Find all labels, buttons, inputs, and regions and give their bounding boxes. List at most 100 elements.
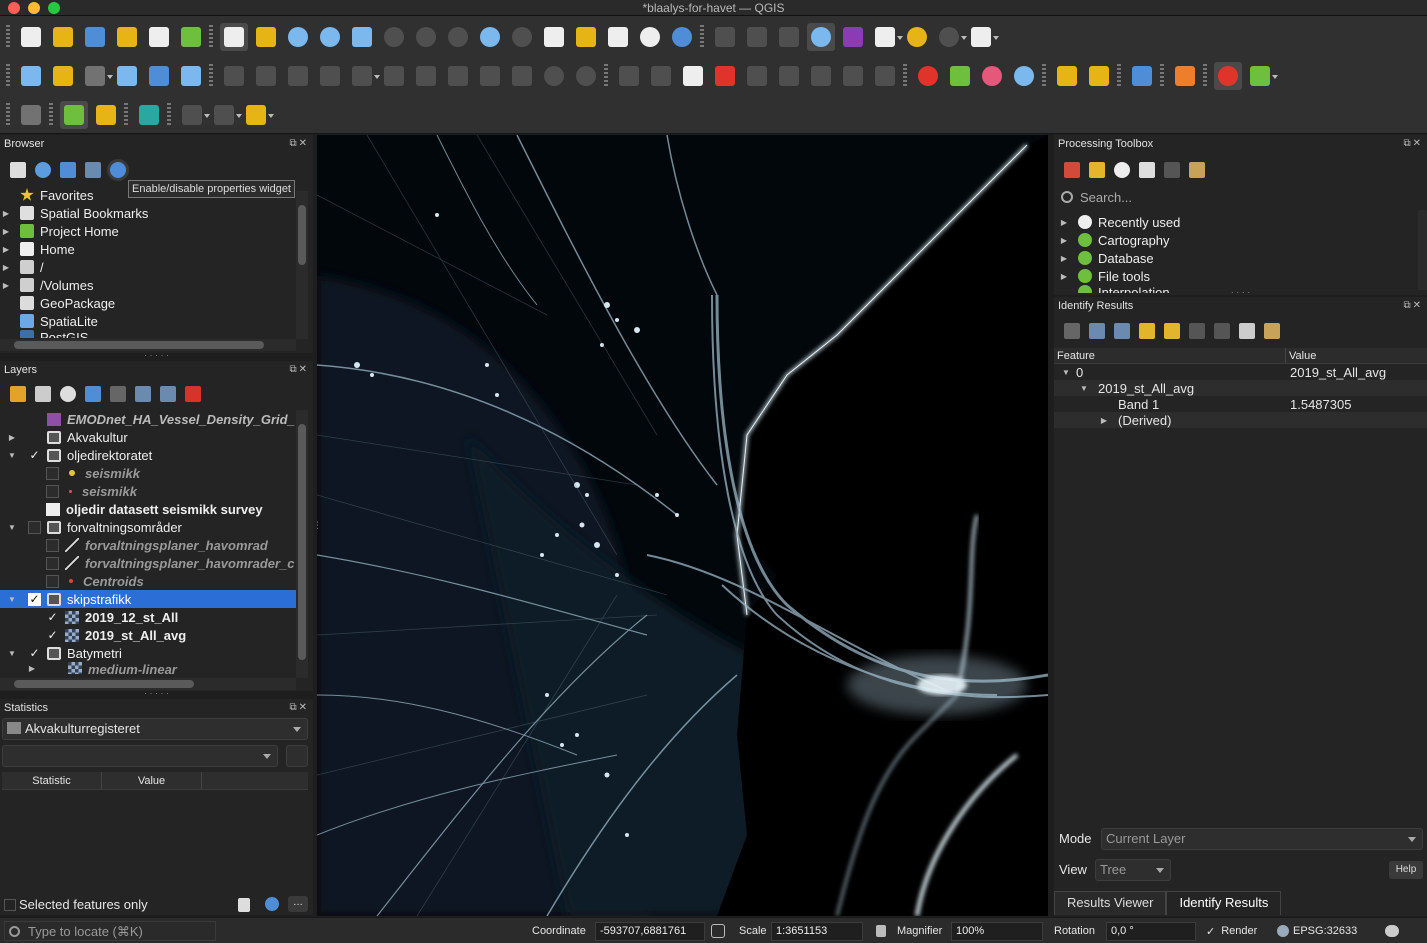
plugin-2-button[interactable]	[1085, 62, 1113, 90]
layer-checkbox[interactable]	[46, 484, 59, 498]
eye-icon[interactable]	[60, 386, 76, 402]
refresh-button[interactable]	[668, 23, 696, 51]
save-project-button[interactable]	[81, 23, 109, 51]
layer-checkbox[interactable]: ✓	[28, 592, 41, 606]
panel-float-close-icon[interactable]: ⧉✕	[1403, 138, 1423, 149]
vertex-tool-button[interactable]	[348, 62, 380, 90]
layer-group-item-selected[interactable]: ▼ ✓ skipstrafikk	[0, 590, 296, 608]
toolbar-grip[interactable]	[49, 103, 53, 127]
layer-checkbox[interactable]: ✓	[46, 610, 59, 624]
layer-item[interactable]: EMODnet_HA_Vessel_Density_Grid_	[0, 410, 296, 428]
lock-scale-icon[interactable]	[876, 918, 886, 943]
panel-splitter[interactable]: · · · ·	[1054, 288, 1427, 297]
tree-item-postgis[interactable]: PostGIS	[0, 330, 296, 338]
layer-labeling-button[interactable]	[679, 62, 707, 90]
expand-all-icon[interactable]	[135, 386, 151, 402]
field-calculator-button[interactable]	[775, 23, 803, 51]
panel-float-close-icon[interactable]: ⧉✕	[1403, 300, 1423, 311]
identify-row[interactable]: Band 1 1.5487305	[1054, 396, 1427, 412]
tree-item-spatialite[interactable]: SpatiaLite	[0, 312, 296, 330]
tab-results-viewer[interactable]: Results Viewer	[1054, 891, 1167, 915]
toolbar-grip[interactable]	[903, 64, 907, 88]
zoom-last-button[interactable]	[476, 23, 504, 51]
toggle-extents-icon[interactable]	[711, 918, 725, 943]
layer-group-item[interactable]: ▼ ✓ oljedirektoratet	[0, 446, 296, 464]
help-button[interactable]: Help	[1389, 861, 1423, 879]
filter-legend-icon[interactable]	[85, 386, 101, 402]
identify-row[interactable]: ▶ (Derived)	[1054, 412, 1427, 428]
label-highlight-button[interactable]	[711, 62, 739, 90]
models-icon[interactable]	[1064, 162, 1080, 178]
expand-icon[interactable]	[1064, 323, 1080, 339]
new-bookmark-button[interactable]	[572, 23, 600, 51]
current-edits-button[interactable]	[220, 62, 248, 90]
locator-input[interactable]: Type to locate (⌘K)	[4, 921, 216, 941]
label-toolbar-2-button[interactable]	[647, 62, 675, 90]
plugin-button[interactable]	[1010, 62, 1038, 90]
selected-only-checkbox[interactable]: Selected features only	[4, 897, 148, 912]
georeferencer-button[interactable]	[946, 62, 974, 90]
checkbox-box[interactable]	[4, 898, 16, 911]
statistics-layer-select[interactable]: Akvakulturregisteret	[2, 718, 308, 740]
toolbar-grip[interactable]	[1042, 64, 1046, 88]
new-print-layout-button[interactable]	[113, 23, 141, 51]
new-project-button[interactable]	[17, 23, 45, 51]
layer-checkbox[interactable]	[46, 466, 59, 480]
plugin-5-button[interactable]	[1246, 62, 1278, 90]
mode-select[interactable]: Current Layer	[1101, 828, 1423, 850]
left-splitter-handle[interactable]: ⋮	[313, 520, 322, 540]
layer-item[interactable]: ▶ medium-linear	[0, 662, 296, 674]
panel-splitter[interactable]: · · · · ·	[0, 351, 313, 360]
toolbar-grip[interactable]	[1203, 64, 1207, 88]
toolbox-item-file-tools[interactable]: ▶ File tools	[1058, 267, 1414, 285]
wrench-icon[interactable]	[1264, 323, 1280, 339]
cut-features-button[interactable]	[444, 62, 472, 90]
identify-mode-icon[interactable]	[1239, 323, 1255, 339]
new-spatialite-layer-button[interactable]	[177, 62, 205, 90]
statistical-summary-button[interactable]	[839, 23, 867, 51]
select-by-area-button[interactable]	[178, 101, 210, 129]
magnifier-field[interactable]: 100%	[951, 922, 1043, 941]
crs-button[interactable]: EPSG:32633	[1277, 918, 1357, 943]
toolbar-grip[interactable]	[6, 25, 10, 49]
collapse-all-icon[interactable]	[160, 386, 176, 402]
layer-checkbox[interactable]	[28, 431, 41, 444]
toolbox-item-recently-used[interactable]: ▶ Recently used	[1058, 213, 1414, 231]
move-label-button[interactable]	[807, 62, 835, 90]
layer-group-item[interactable]: ▶ Akvakultur	[0, 428, 296, 446]
zoom-full-button[interactable]	[348, 23, 376, 51]
change-label-button[interactable]	[871, 62, 899, 90]
column-header-value[interactable]: Value	[1286, 348, 1316, 363]
tab-identify-results[interactable]: Identify Results	[1166, 891, 1282, 915]
view-select[interactable]: Tree	[1095, 859, 1171, 881]
copy-feature-icon[interactable]	[1189, 323, 1205, 339]
show-hide-labels-button[interactable]	[775, 62, 803, 90]
plugin-6-button[interactable]	[92, 101, 120, 129]
temporal-controller-button[interactable]	[636, 23, 664, 51]
layer-checkbox[interactable]: ✓	[28, 448, 41, 462]
identify-features-button[interactable]	[711, 23, 739, 51]
history-icon[interactable]	[1114, 162, 1130, 178]
tree-item-root[interactable]: ▶ /	[0, 258, 296, 276]
panel-splitter[interactable]: · · · · ·	[0, 689, 313, 698]
new-map-view-button[interactable]	[540, 23, 568, 51]
redo-button[interactable]	[572, 62, 600, 90]
layer-group-item[interactable]: ▼ ✓ Batymetri	[0, 644, 296, 662]
virtual-layer-button[interactable]	[145, 62, 173, 90]
zoom-native-button[interactable]	[444, 23, 472, 51]
layer-checkbox[interactable]	[46, 538, 59, 552]
collapse-all-icon[interactable]	[85, 162, 101, 178]
layer-checkbox[interactable]	[28, 520, 41, 534]
toggle-editing-button[interactable]	[252, 62, 280, 90]
pan-map-button[interactable]	[220, 23, 248, 51]
remove-layer-icon[interactable]	[185, 386, 201, 402]
layout-manager-button[interactable]	[145, 23, 173, 51]
browser-vertical-scrollbar[interactable]	[296, 191, 308, 339]
layer-item[interactable]: ✓ 2019_12_st_All	[0, 608, 296, 626]
expression-button[interactable]	[286, 745, 308, 767]
plugin-4-button[interactable]	[1214, 62, 1242, 90]
render-checkbox[interactable]: ✓ Render	[1206, 918, 1257, 943]
toolbar-grip[interactable]	[167, 103, 171, 127]
identify-row[interactable]: ▼ 2019_st_All_avg	[1054, 380, 1427, 396]
expand-new-icon[interactable]	[1139, 323, 1155, 339]
